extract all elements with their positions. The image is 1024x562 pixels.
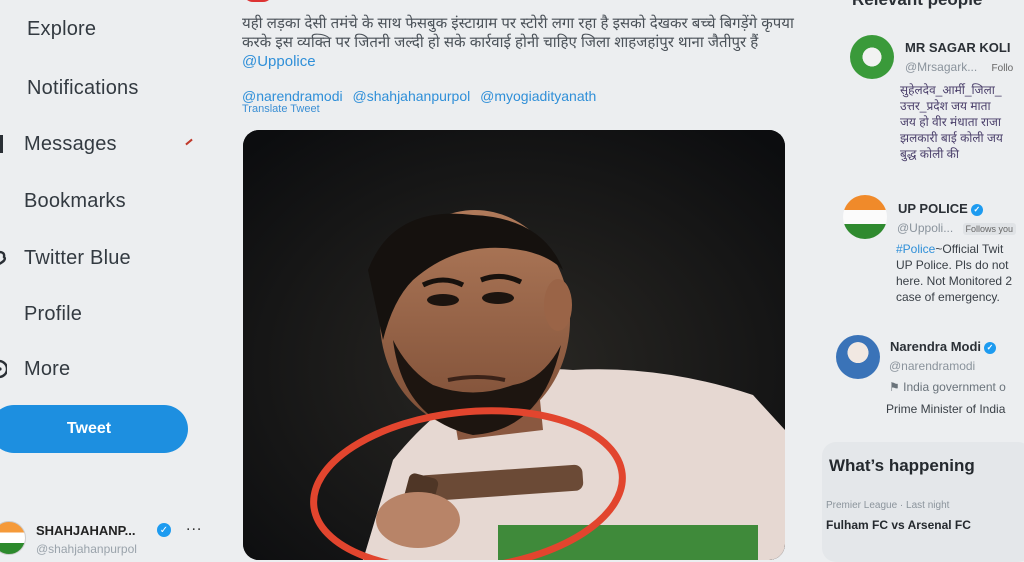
follows-you-badge: Follows you (962, 223, 1017, 235)
person-name: Narendra Modi ✓ (890, 339, 997, 354)
avatar (836, 335, 880, 379)
nav-label: Explore (27, 17, 97, 40)
avatar (850, 35, 894, 79)
bookmark-icon (0, 190, 12, 212)
account-switcher[interactable]: SHAHJAHANP... ✓ @shahjahanpurpol ... (0, 515, 205, 556)
person-bio: सुहेलदेव_आर्मी_जिला_ उत्तर_प्रदेश जय मात… (900, 83, 1003, 161)
avatar (243, 0, 273, 2)
tweet-body: यही लड़का देसी तमंचे के साथ फेसबुक इंस्ट… (242, 15, 794, 51)
person-icon (0, 303, 12, 325)
bell-icon (0, 77, 12, 99)
account-name: SHAHJAHANP... (36, 523, 136, 538)
tweet-detail: यही लड़का देसी तमंचे के साथ फेसबुक इंस्ट… (205, 0, 810, 560)
person-bio: #Police~Official Twit UP Police. Pls do … (896, 241, 1024, 305)
nav-label: Bookmarks (24, 189, 126, 212)
account-handle: @shahjahanpurpol (36, 542, 137, 556)
mention-link[interactable]: @shahjahanpurpol (353, 88, 471, 104)
flag-icon: ⚑ (889, 380, 900, 394)
mention-link[interactable]: @narendramodi (242, 88, 343, 104)
nav-item-profile[interactable]: Profile (0, 297, 82, 331)
trend-meta: Premier League · Last night (826, 500, 950, 511)
verified-badge-icon: ✓ (970, 203, 983, 216)
tweet-button[interactable]: Tweet (0, 405, 188, 453)
hash-icon (0, 18, 12, 40)
person-name: UP POLICE ✓ (898, 201, 983, 216)
photo-icon (243, 130, 785, 560)
nav-item-explore[interactable]: Explore (0, 12, 96, 46)
tweet-text: यही लड़का देसी तमंचे के साथ फेसबुक इंस्ट… (242, 14, 797, 71)
nav-label: Messages (24, 132, 117, 155)
left-navigation: Explore Notifications Messages Bookmarks… (0, 0, 205, 556)
nav-label: Twitter Blue (24, 246, 131, 269)
twitter-blue-icon (0, 247, 12, 269)
translate-tweet-link[interactable]: Translate Tweet (242, 103, 320, 115)
hashtag-link[interactable]: #Police (896, 242, 935, 256)
nav-label: Profile (24, 302, 83, 325)
verified-badge-icon: ✓ (157, 523, 171, 537)
avatar (843, 195, 887, 239)
mention-list: @narendramodi @shahjahanpurpol @myogiadi… (242, 88, 602, 104)
right-sidebar: Relevant people MR SAGAR KOLI @Mrsagark.… (810, 0, 1024, 562)
government-label-text: India government o (903, 380, 1006, 394)
person-name-text: UP POLICE (898, 201, 968, 216)
mention-link[interactable]: @myogiadityanath (480, 88, 596, 104)
nav-item-twitter-blue[interactable]: Twitter Blue (0, 241, 131, 275)
more-options-icon[interactable]: ... (186, 517, 202, 535)
person-handle-text: @Uppoli... (897, 221, 954, 235)
government-label: ⚑ India government o (889, 380, 1006, 394)
person-handle: @Uppoli... Follows you (897, 221, 1017, 235)
nav-item-notifications[interactable]: Notifications (0, 71, 139, 105)
whats-happening-panel: What’s happening Premier League · Last n… (822, 442, 1024, 562)
verified-badge-icon: ✓ (984, 341, 997, 354)
follow-button[interactable]: Follo (989, 62, 1017, 75)
nav-label: Notifications (27, 76, 139, 99)
mention-link[interactable]: @Uppolice (242, 53, 316, 70)
nav-item-bookmarks[interactable]: Bookmarks (0, 184, 126, 218)
person-handle-text: @Mrsagark... (905, 60, 978, 74)
person-bio: Prime Minister of India (886, 402, 1006, 416)
relevant-people-heading: Relevant people (852, 0, 982, 10)
more-circle-icon (0, 358, 12, 380)
person-name-text: Narendra Modi (890, 339, 982, 354)
nav-item-messages[interactable]: Messages (0, 127, 117, 161)
person-handle: @Mrsagark... Follo (905, 60, 1016, 74)
tweet-photo[interactable] (243, 130, 785, 560)
nav-label: More (24, 357, 71, 380)
person-handle: @narendramodi (889, 359, 976, 373)
mail-icon (0, 133, 12, 155)
trend-item[interactable]: Fulham FC vs Arsenal FC (826, 518, 971, 532)
avatar (0, 521, 26, 555)
nav-item-more[interactable]: More (0, 352, 70, 386)
person-name: MR SAGAR KOLI (905, 40, 1011, 55)
whats-happening-heading: What’s happening (829, 456, 975, 475)
